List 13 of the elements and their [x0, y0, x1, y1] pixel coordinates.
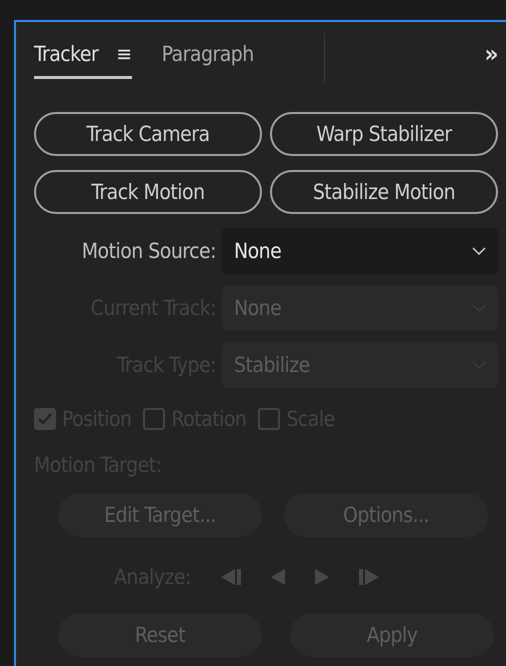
dropdown-select[interactable]: None	[222, 228, 498, 274]
panel-tab[interactable]: Paragraph	[162, 38, 254, 78]
track-button[interactable]: Track Motion	[34, 170, 262, 214]
panel-tab[interactable]: Tracker ≡	[34, 38, 132, 78]
dropdown-label: Motion Source:	[80, 239, 216, 263]
play-forward-icon[interactable]	[312, 567, 331, 587]
overflow-button[interactable]: »	[484, 40, 498, 76]
checkmark-icon	[38, 413, 52, 425]
play-backward-icon[interactable]	[268, 567, 287, 587]
track-button[interactable]: Warp Stabilizer	[270, 112, 498, 156]
track-button[interactable]: Stabilize Motion	[270, 170, 498, 214]
chevron-down-icon	[472, 247, 486, 255]
track-button[interactable]: Track Camera	[34, 112, 262, 156]
